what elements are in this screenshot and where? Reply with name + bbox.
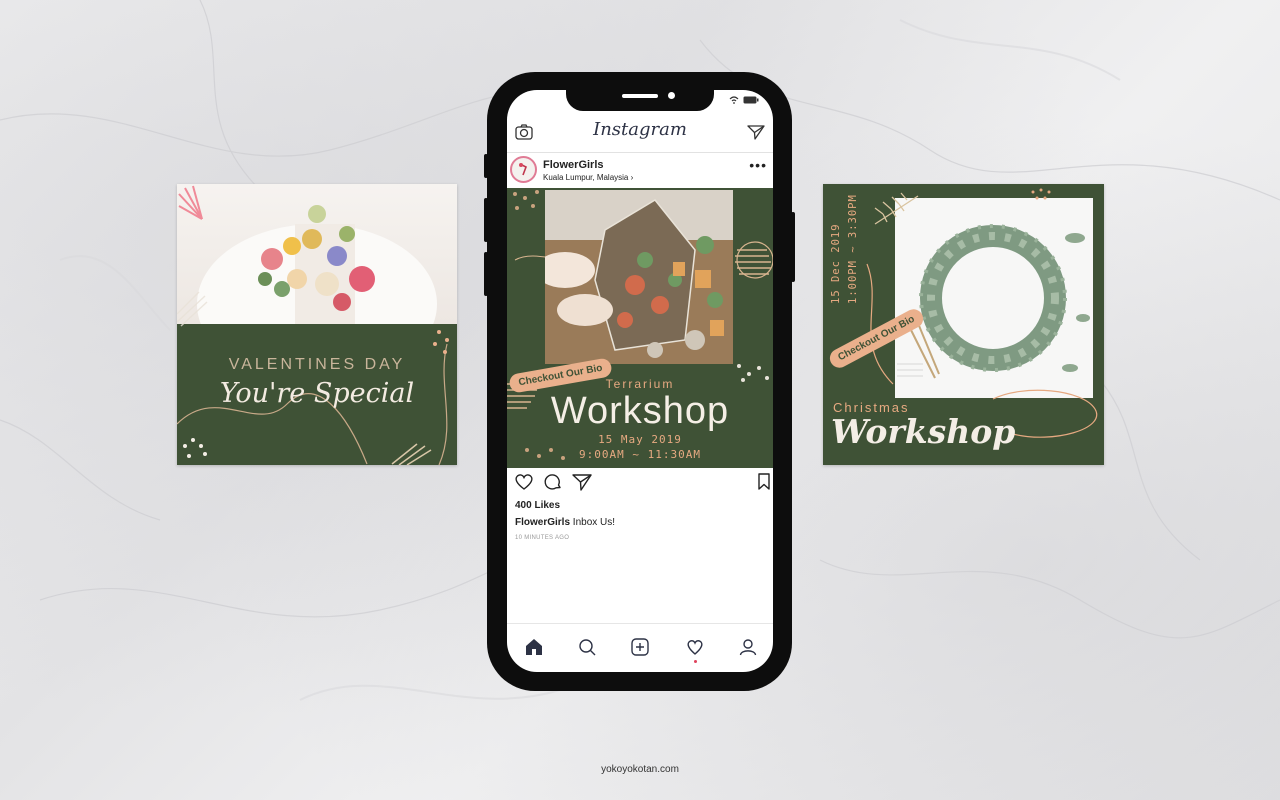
- instagram-logo: Instagram: [593, 119, 687, 140]
- home-icon[interactable]: [523, 636, 545, 658]
- status-bar: [729, 96, 759, 104]
- christmas-title: Workshop: [831, 412, 1016, 451]
- speaker-grille: [622, 94, 658, 98]
- add-post-icon[interactable]: [629, 636, 651, 658]
- phone-mockup: Instagram FlowerGirls Kuala Lumpur, Mala…: [484, 72, 795, 691]
- post-image[interactable]: Checkout Our Bio Terrarium Workshop 15 M…: [507, 188, 773, 468]
- more-options-icon[interactable]: •••: [749, 157, 767, 173]
- christmas-time: 1:00PM ~ 3:30PM: [847, 194, 859, 304]
- valentines-decor: [177, 291, 449, 465]
- phone-screen: Instagram FlowerGirls Kuala Lumpur, Mala…: [507, 90, 773, 672]
- valentines-title: VALENTINES DAY: [228, 356, 406, 373]
- footer-credit[interactable]: yokoyokotan.com: [0, 764, 1280, 775]
- chevron-right-icon: ›: [630, 173, 634, 182]
- post-caption: FlowerGirls Inbox Us!: [515, 517, 615, 528]
- wifi-icon: [729, 96, 739, 104]
- valentines-template-card[interactable]: VALENTINES DAY You're Special: [177, 184, 457, 465]
- activity-notification-dot: [694, 660, 697, 663]
- battery-icon: [743, 96, 759, 104]
- terrarium-photo: [535, 190, 733, 364]
- caption-username[interactable]: FlowerGirls: [515, 517, 570, 528]
- post-location[interactable]: Kuala Lumpur, Malaysia ›: [543, 173, 633, 182]
- front-camera: [668, 92, 675, 99]
- phone-mute-switch: [484, 154, 488, 178]
- christmas-template-card[interactable]: 15 Dec 2019 1:00PM ~ 3:30PM Checkout Our…: [823, 184, 1104, 465]
- like-heart-icon[interactable]: [514, 472, 534, 492]
- search-icon[interactable]: [576, 636, 598, 658]
- phone-volume-up: [484, 198, 488, 242]
- caption-text: Inbox Us!: [572, 517, 616, 528]
- activity-heart-icon[interactable]: [684, 636, 706, 658]
- valentines-subtitle: You're Special: [219, 378, 415, 409]
- phone-volume-down: [484, 252, 488, 296]
- post-workshop-title: Workshop: [550, 390, 730, 432]
- instagram-header: Instagram: [507, 112, 773, 153]
- likes-count[interactable]: 400 Likes: [515, 500, 560, 511]
- phone-power-button: [791, 212, 795, 282]
- post-workshop-date: 15 May 2019: [598, 433, 682, 446]
- comment-icon[interactable]: [543, 472, 563, 492]
- post-timestamp: 10 MINUTES AGO: [515, 535, 570, 541]
- phone-notch: [566, 90, 714, 111]
- profile-icon[interactable]: [737, 636, 759, 658]
- bookmark-icon[interactable]: [756, 472, 773, 492]
- post-actions: [507, 470, 773, 494]
- post-username[interactable]: FlowerGirls: [543, 159, 604, 171]
- direct-message-icon[interactable]: [745, 121, 767, 143]
- post-workshop-time: 9:00AM ~ 11:30AM: [579, 448, 701, 461]
- share-icon[interactable]: [572, 472, 592, 492]
- post-header: FlowerGirls Kuala Lumpur, Malaysia › •••: [507, 152, 773, 188]
- bottom-tab-bar: [507, 623, 773, 672]
- post-workshop-subtitle: Terrarium: [605, 377, 675, 391]
- post-location-text: Kuala Lumpur, Malaysia: [543, 173, 629, 182]
- avatar[interactable]: [510, 156, 537, 183]
